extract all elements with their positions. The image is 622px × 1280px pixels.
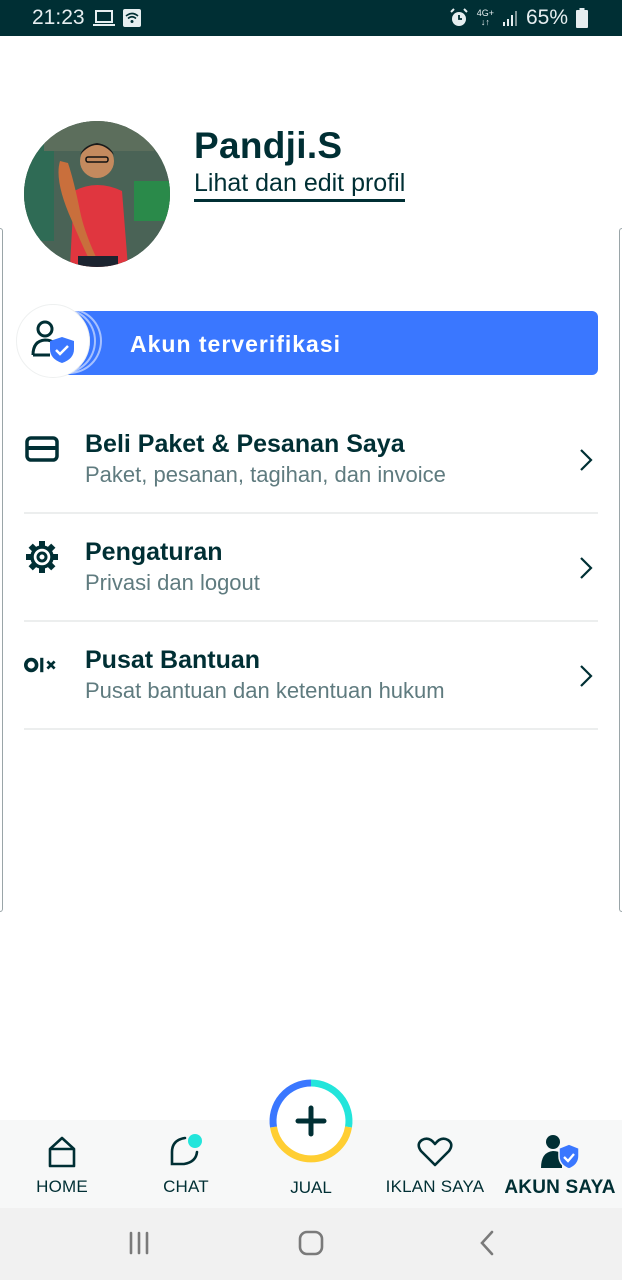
nav-label: IKLAN SAYA [385, 1177, 485, 1196]
nav-chat[interactable]: CHAT [154, 1120, 218, 1208]
menu-subtitle: Privasi dan logout [85, 570, 260, 595]
chevron-right-icon [580, 449, 593, 471]
recent-apps-icon [129, 1231, 149, 1255]
account-menu: Beli Paket & Pesanan Saya Paket, pesanan… [24, 406, 598, 730]
home-circle-icon [298, 1230, 324, 1256]
network-type: 4G+ ↓↑ [477, 9, 494, 27]
avatar-photo [24, 121, 170, 267]
menu-title: Beli Paket & Pesanan Saya [85, 430, 405, 458]
edge-indicator-left [0, 228, 3, 912]
verified-user-icon [31, 320, 74, 363]
verified-account-banner[interactable]: Akun terverifikasi [16, 304, 598, 378]
signal-icon [502, 10, 518, 26]
view-edit-profile-link[interactable]: Lihat dan edit profil [194, 169, 406, 202]
system-navigation-bar [0, 1208, 622, 1280]
nav-my-account[interactable]: AKUN SAYA [504, 1120, 616, 1208]
avatar[interactable] [24, 121, 170, 267]
battery-icon [576, 8, 588, 28]
menu-item-help-center[interactable]: Pusat Bantuan Pusat bantuan dan ketentua… [24, 622, 598, 730]
chevron-right-icon [580, 557, 593, 579]
laptop-icon [92, 9, 115, 27]
back-button[interactable] [472, 1228, 502, 1258]
nav-label: HOME [36, 1177, 88, 1196]
card-icon [24, 434, 60, 464]
verified-user-badge [16, 304, 90, 378]
sell-button[interactable] [268, 1078, 354, 1164]
profile-name: Pandji.S [194, 125, 343, 166]
menu-title: Pengaturan [85, 538, 223, 566]
home-system-button[interactable] [296, 1228, 326, 1258]
data-arrows-icon: ↓↑ [480, 17, 490, 27]
nav-my-ads[interactable]: IKLAN SAYA [386, 1120, 484, 1208]
back-icon [480, 1230, 494, 1256]
heart-icon [417, 1134, 453, 1170]
verified-user-icon [540, 1134, 580, 1170]
menu-subtitle: Paket, pesanan, tagihan, dan invoice [85, 462, 446, 487]
verified-label: Akun terverifikasi [130, 331, 342, 357]
home-icon [47, 1134, 77, 1170]
menu-item-orders[interactable]: Beli Paket & Pesanan Saya Paket, pesanan… [24, 406, 598, 514]
nav-label: CHAT [163, 1177, 209, 1196]
wifi-icon [122, 9, 141, 27]
nav-label: AKUN SAYA [504, 1177, 616, 1198]
profile-header: Pandji.S Lihat dan edit profil [24, 121, 406, 267]
gear-icon [24, 541, 60, 573]
sell-label: JUAL [290, 1178, 332, 1197]
menu-item-settings[interactable]: Pengaturan Privasi dan logout [24, 514, 598, 622]
alarm-icon [449, 8, 469, 28]
menu-subtitle: Pusat bantuan dan ketentuan hukum [85, 678, 445, 703]
status-time: 21:23 [32, 6, 85, 29]
status-bar: 21:23 4G+ ↓↑ 65% [0, 0, 622, 36]
olx-logo-icon [24, 650, 60, 680]
battery-percent: 65% [525, 6, 568, 29]
nav-home[interactable]: HOME [30, 1120, 94, 1208]
recent-apps-button[interactable] [124, 1228, 154, 1258]
chevron-right-icon [580, 665, 593, 687]
chat-icon [168, 1134, 204, 1170]
menu-title: Pusat Bantuan [85, 646, 261, 674]
